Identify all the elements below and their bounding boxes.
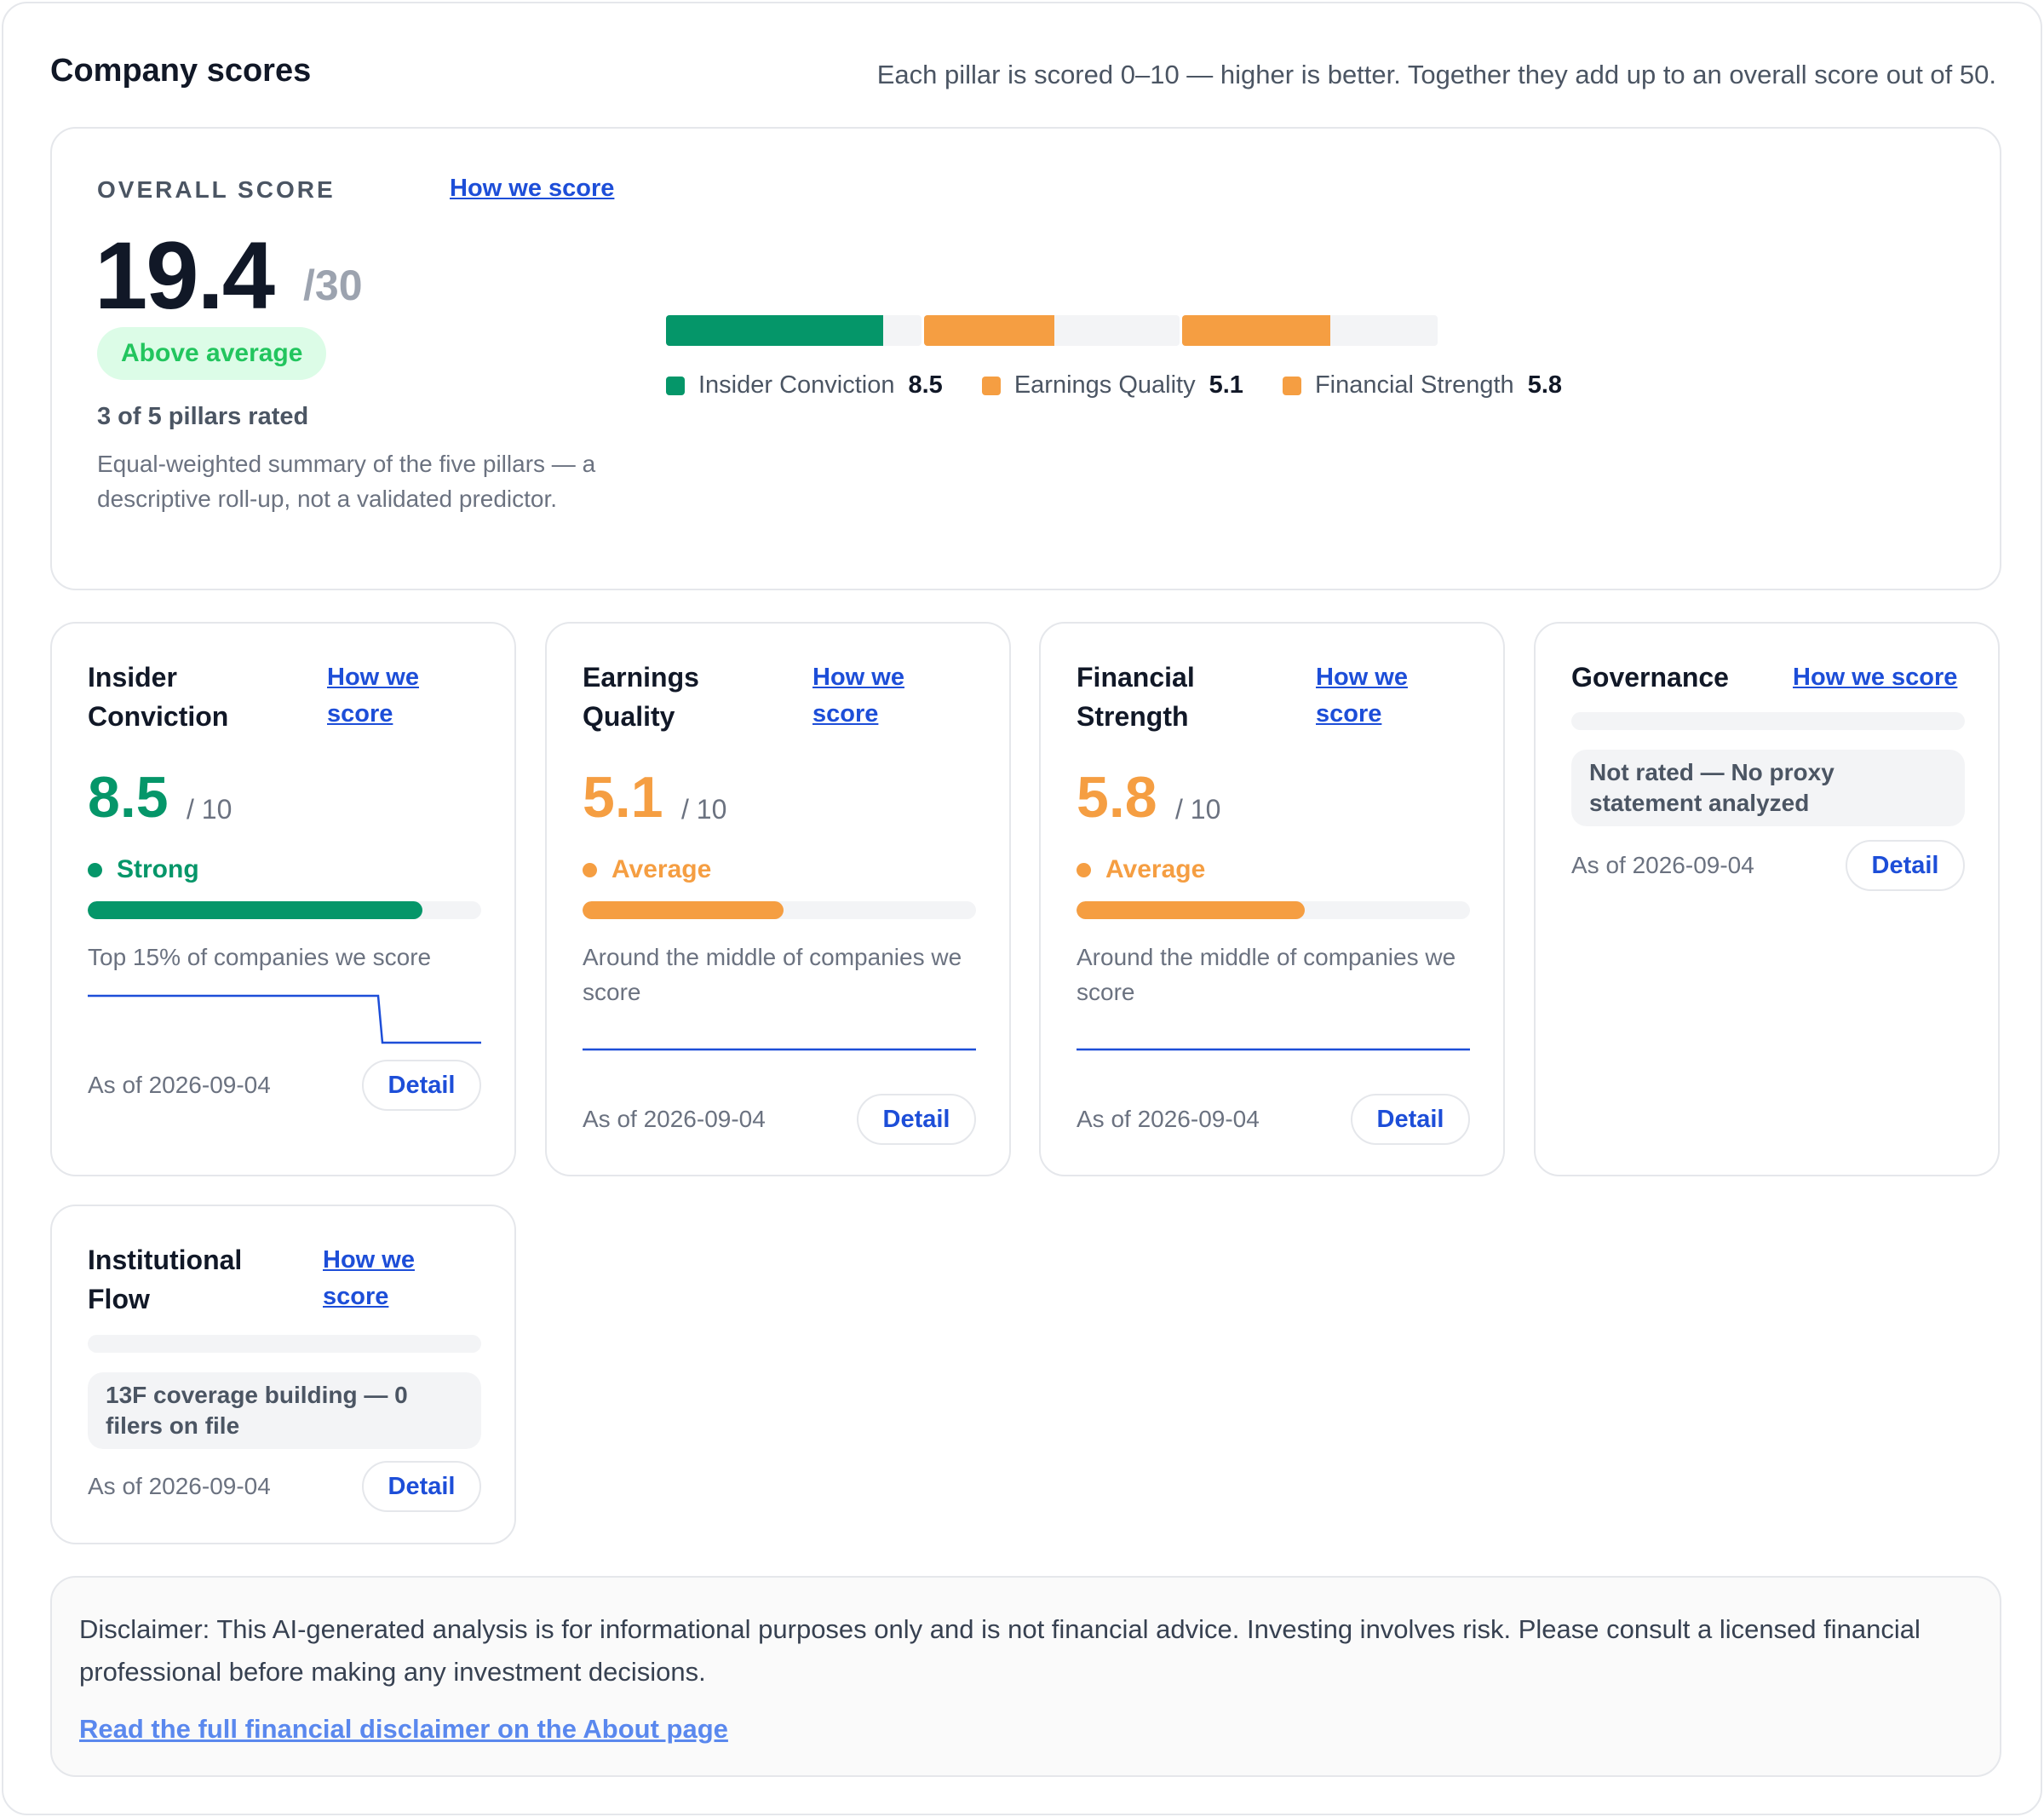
disclaimer-box: Disclaimer: This AI-generated analysis i… xyxy=(50,1576,2001,1777)
pillar-score-bar-fill xyxy=(1077,901,1305,919)
pillar-status-label: Average xyxy=(611,855,712,883)
overall-rating-badge: Above average xyxy=(97,327,327,380)
disclaimer-text: Disclaimer: This AI-generated analysis i… xyxy=(79,1614,1921,1687)
pillar-detail-button[interactable]: Detail xyxy=(362,1060,481,1111)
pillar-name: Governance xyxy=(1571,662,1729,693)
full-disclaimer-link[interactable]: Read the full financial disclaimer on th… xyxy=(79,1714,728,1745)
pillar-coverage-note: 13F coverage building — 0 filers on file xyxy=(88,1372,481,1449)
legend-value: 5.8 xyxy=(1527,371,1563,399)
status-dot-icon xyxy=(88,862,102,877)
legend-label: Financial Strength xyxy=(1314,371,1514,399)
pillar-score-bar-empty xyxy=(88,1335,481,1353)
pillar-score-bar-empty xyxy=(1571,712,1965,730)
overall-score-label: OVERALL SCORE xyxy=(97,176,336,203)
pillar-trend-sparkline xyxy=(583,1048,976,1051)
pillar-how-we-score-link[interactable]: How we score xyxy=(327,659,446,733)
segment-insider-conviction xyxy=(666,315,922,346)
pillar-as-of-date: As of 2026-09-04 xyxy=(1571,852,1754,878)
pillar-name: Earnings Quality xyxy=(583,662,699,732)
segment-financial-strength xyxy=(1182,315,1438,346)
overall-how-we-score-link[interactable]: How we score xyxy=(450,175,614,203)
pillar-percentile-text: Around the middle of companies we score xyxy=(583,944,962,1005)
pillars-rated-count: 3 of 5 pillars rated xyxy=(97,403,309,430)
legend-value: 8.5 xyxy=(908,371,943,399)
legend-label: Earnings Quality xyxy=(1013,371,1196,399)
legend-swatch xyxy=(666,376,685,395)
legend-item-financial-strength: Financial Strength 5.8 xyxy=(1282,371,1563,400)
pillar-status-label: Average xyxy=(1105,855,1206,883)
pillar-as-of-date: As of 2026-09-04 xyxy=(88,1473,271,1499)
pillar-card-institutional-flow: Institutional Flow How we score 13F cove… xyxy=(50,1205,516,1544)
pillar-as-of-date: As of 2026-09-04 xyxy=(583,1106,766,1132)
pillar-trend-sparkline xyxy=(88,994,481,1044)
pillar-name: Financial Strength xyxy=(1077,662,1195,732)
company-scores-panel: Company scores Each pillar is scored 0–1… xyxy=(2,2,2042,1815)
pillar-status: Average xyxy=(1077,855,1205,884)
legend-value: 5.1 xyxy=(1209,371,1243,399)
legend-item-earnings-quality: Earnings Quality 5.1 xyxy=(981,371,1243,400)
pillar-score-value: 5.8 xyxy=(1077,765,1157,830)
pillar-score-max: / 10 xyxy=(187,794,233,825)
legend-swatch xyxy=(1282,376,1301,395)
pillar-how-we-score-link[interactable]: How we score xyxy=(1316,659,1435,733)
pillar-score-bar-fill xyxy=(88,901,422,919)
segment-financial-strength-fill xyxy=(1182,315,1330,346)
status-dot-icon xyxy=(583,862,597,877)
pillar-score-value: 5.1 xyxy=(583,765,663,830)
overall-score-max: /30 xyxy=(303,262,363,309)
pillar-name: Insider Conviction xyxy=(88,662,229,732)
pillar-how-we-score-link[interactable]: How we score xyxy=(812,659,932,733)
status-dot-icon xyxy=(1077,862,1091,877)
pillar-score-bar xyxy=(1077,901,1470,919)
segment-earnings-quality-fill xyxy=(924,315,1054,346)
legend-swatch xyxy=(981,376,1001,395)
pillar-card-financial-strength: Financial Strength How we score 5.8 / 10… xyxy=(1039,622,1505,1176)
pillar-how-we-score-link[interactable]: How we score xyxy=(323,1242,442,1315)
pillar-score-bar-fill xyxy=(583,901,784,919)
sparkline-line xyxy=(88,994,481,1044)
pillar-status-label: Strong xyxy=(117,855,199,883)
pillar-score-bar xyxy=(88,901,481,919)
page-title: Company scores xyxy=(50,53,312,89)
pillar-score-max: / 10 xyxy=(1175,794,1221,825)
pillar-as-of-date: As of 2026-09-04 xyxy=(88,1072,271,1098)
segment-earnings-quality xyxy=(924,315,1180,346)
overall-description: Equal-weighted summary of the five pilla… xyxy=(97,451,596,512)
pillar-detail-button[interactable]: Detail xyxy=(362,1461,481,1512)
legend-label: Insider Conviction xyxy=(698,371,895,399)
pillar-as-of-date: As of 2026-09-04 xyxy=(1077,1106,1260,1132)
pillar-detail-button[interactable]: Detail xyxy=(857,1094,976,1145)
pillar-card-governance: Governance How we score Not rated — No p… xyxy=(1534,622,2000,1176)
pillar-score-max: / 10 xyxy=(681,794,727,825)
overall-legend: Insider Conviction 8.5 Earnings Quality … xyxy=(666,371,1562,400)
pillar-detail-button[interactable]: Detail xyxy=(1846,840,1965,891)
segment-insider-conviction-fill xyxy=(666,315,883,346)
pillar-how-we-score-link[interactable]: How we score xyxy=(1793,659,1972,696)
overall-score-card: OVERALL SCORE How we score 19.4 /30 Abov… xyxy=(50,127,2001,590)
pillar-score-bar xyxy=(583,901,976,919)
pillar-name: Institutional Flow xyxy=(88,1245,243,1314)
pillar-card-insider-conviction: Insider Conviction How we score 8.5 / 10… xyxy=(50,622,516,1176)
overall-score-value: 19.4 xyxy=(95,222,275,329)
pillar-card-earnings-quality: Earnings Quality How we score 5.1 / 10 A… xyxy=(545,622,1011,1176)
pillar-status: Strong xyxy=(88,855,199,884)
pillar-not-rated-note: Not rated — No proxy statement analyzed xyxy=(1571,750,1965,826)
pillar-score-value: 8.5 xyxy=(88,765,169,830)
pillar-percentile-text: Top 15% of companies we score xyxy=(88,944,432,970)
page-subtitle: Each pillar is scored 0–10 — higher is b… xyxy=(876,60,1996,89)
pillar-trend-sparkline xyxy=(1077,1048,1470,1051)
pillar-status: Average xyxy=(583,855,711,884)
pillar-percentile-text: Around the middle of companies we score xyxy=(1077,944,1456,1005)
legend-item-insider-conviction: Insider Conviction 8.5 xyxy=(666,371,943,400)
pillar-detail-button[interactable]: Detail xyxy=(1351,1094,1470,1145)
